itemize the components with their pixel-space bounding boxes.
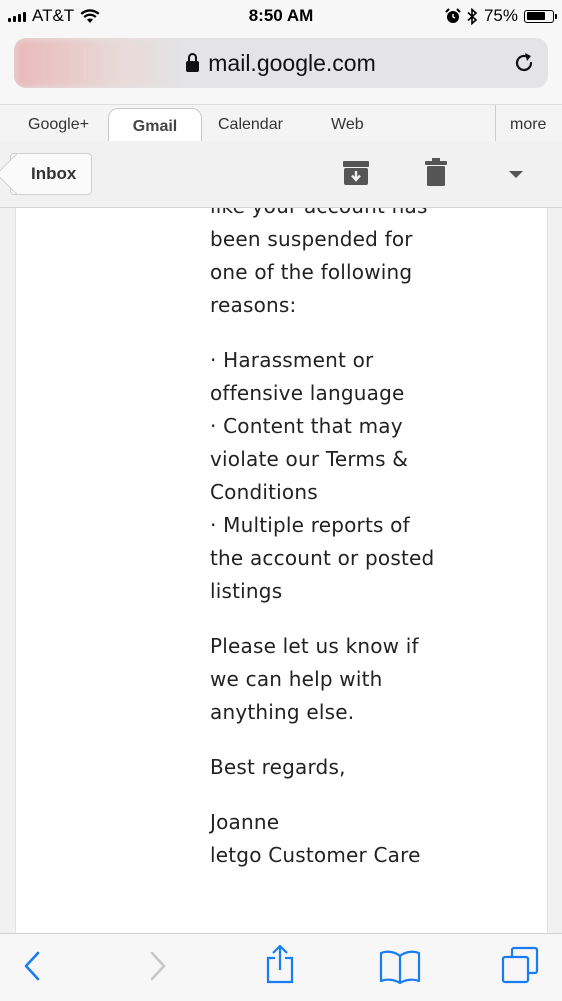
text-line: listings [210,579,283,603]
paragraph-signature: Joanne letgo Customer Care [210,806,510,872]
back-to-inbox-button[interactable]: Inbox [10,153,92,195]
paragraph-closing: Best regards, [210,751,510,784]
tab-divider [495,105,496,141]
battery-percent: 75% [483,6,518,25]
text-line: one of the following [210,260,413,284]
text-line: letgo Customer Care [210,843,421,867]
text-line: violate our Terms & [210,447,409,471]
text-line: we can help with [210,667,383,691]
archive-icon[interactable] [342,158,370,188]
email-body: like your account has been suspended for… [210,208,510,894]
text-line: offensive language [210,381,405,405]
tab-web[interactable]: Web [331,116,364,134]
text-line: · Multiple reports of [210,513,410,537]
forward-chevron-icon[interactable] [148,950,168,982]
text-line: · Harassment or [210,348,374,372]
browser-bottom-toolbar [0,933,562,1001]
back-chevron-icon[interactable] [22,950,42,982]
tab-google-plus[interactable]: Google+ [28,116,89,134]
message-toolbar: Inbox [0,141,562,208]
text-line: Best regards, [210,755,346,779]
text-line: Joanne [210,810,280,834]
alarm-icon [445,8,461,23]
text-line: Please let us know if [210,634,419,658]
battery-level [526,12,545,20]
inbox-label: Inbox [31,164,77,183]
text-line: the account or posted [210,546,435,570]
paragraph-intro: like your account has been suspended for… [210,208,510,322]
tab-calendar[interactable]: Calendar [218,116,283,134]
more-actions-chevron-down-icon[interactable] [509,171,523,178]
reload-icon[interactable] [512,51,536,75]
tabs-icon[interactable] [500,945,540,985]
text-line: anything else. [210,700,355,724]
status-right: 75% [445,6,557,26]
bookmarks-icon[interactable] [378,948,422,984]
delete-icon[interactable] [424,157,448,187]
email-viewport: like your account has been suspended for… [0,208,562,933]
paragraph-help: Please let us know if we can help with a… [210,630,510,729]
browser-address-area: mail.google.com [0,32,562,104]
address-bar[interactable]: mail.google.com [14,38,548,88]
battery-icon [524,9,557,23]
bluetooth-icon [467,7,478,25]
status-bar: AT&T 8:50 AM 75% [0,0,562,32]
tab-gmail[interactable]: Gmail [108,108,202,142]
url-text: mail.google.com [208,50,376,76]
url-display[interactable]: mail.google.com [14,50,548,77]
text-line: been suspended for [210,227,413,251]
text-line: like your account has [210,208,510,223]
share-icon[interactable] [264,944,296,984]
tab-more[interactable]: more [510,116,546,134]
text-line: reasons: [210,293,297,317]
text-line: Conditions [210,480,318,504]
google-services-tabs: Google+ Gmail Calendar Web more [0,104,562,142]
paragraph-reasons: · Harassment or offensive language · Con… [210,344,510,608]
text-line: · Content that may [210,414,403,438]
lock-icon [186,53,200,72]
